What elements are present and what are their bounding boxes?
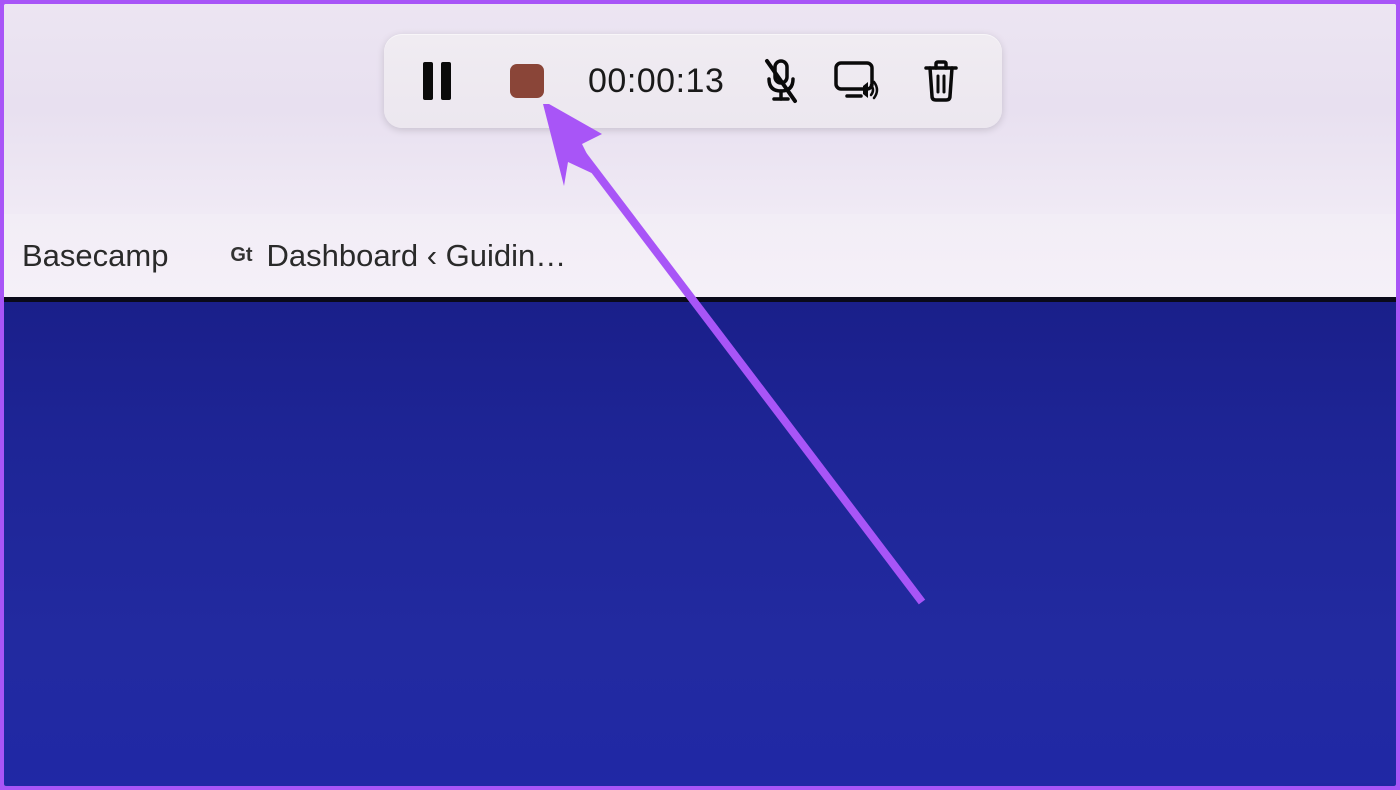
microphone-toggle-button[interactable] [750, 50, 812, 112]
system-audio-icon [833, 60, 881, 102]
trash-icon [922, 60, 960, 102]
bookmark-label: Basecamp [22, 238, 168, 274]
stop-icon [510, 64, 544, 98]
microphone-muted-icon [759, 57, 803, 105]
favicon-icon: Gt [226, 243, 256, 269]
bookmarks-bar: Basecamp Gt Dashboard ‹ Guidin… [4, 214, 1396, 302]
stop-button[interactable] [496, 50, 558, 112]
pause-icon [421, 62, 453, 100]
screenshot-frame: 00:00:13 [4, 4, 1396, 786]
screen-recording-toolbar: 00:00:13 [384, 34, 1002, 128]
bookmark-item-dashboard[interactable]: Gt Dashboard ‹ Guidin… [226, 238, 566, 274]
page-content: T [4, 302, 1396, 786]
pause-button[interactable] [406, 50, 468, 112]
recording-timer: 00:00:13 [588, 62, 724, 101]
system-audio-button[interactable] [826, 50, 888, 112]
delete-button[interactable] [910, 50, 972, 112]
bookmark-item-basecamp[interactable]: Basecamp [22, 238, 168, 274]
bookmark-label: Dashboard ‹ Guidin… [266, 238, 566, 274]
